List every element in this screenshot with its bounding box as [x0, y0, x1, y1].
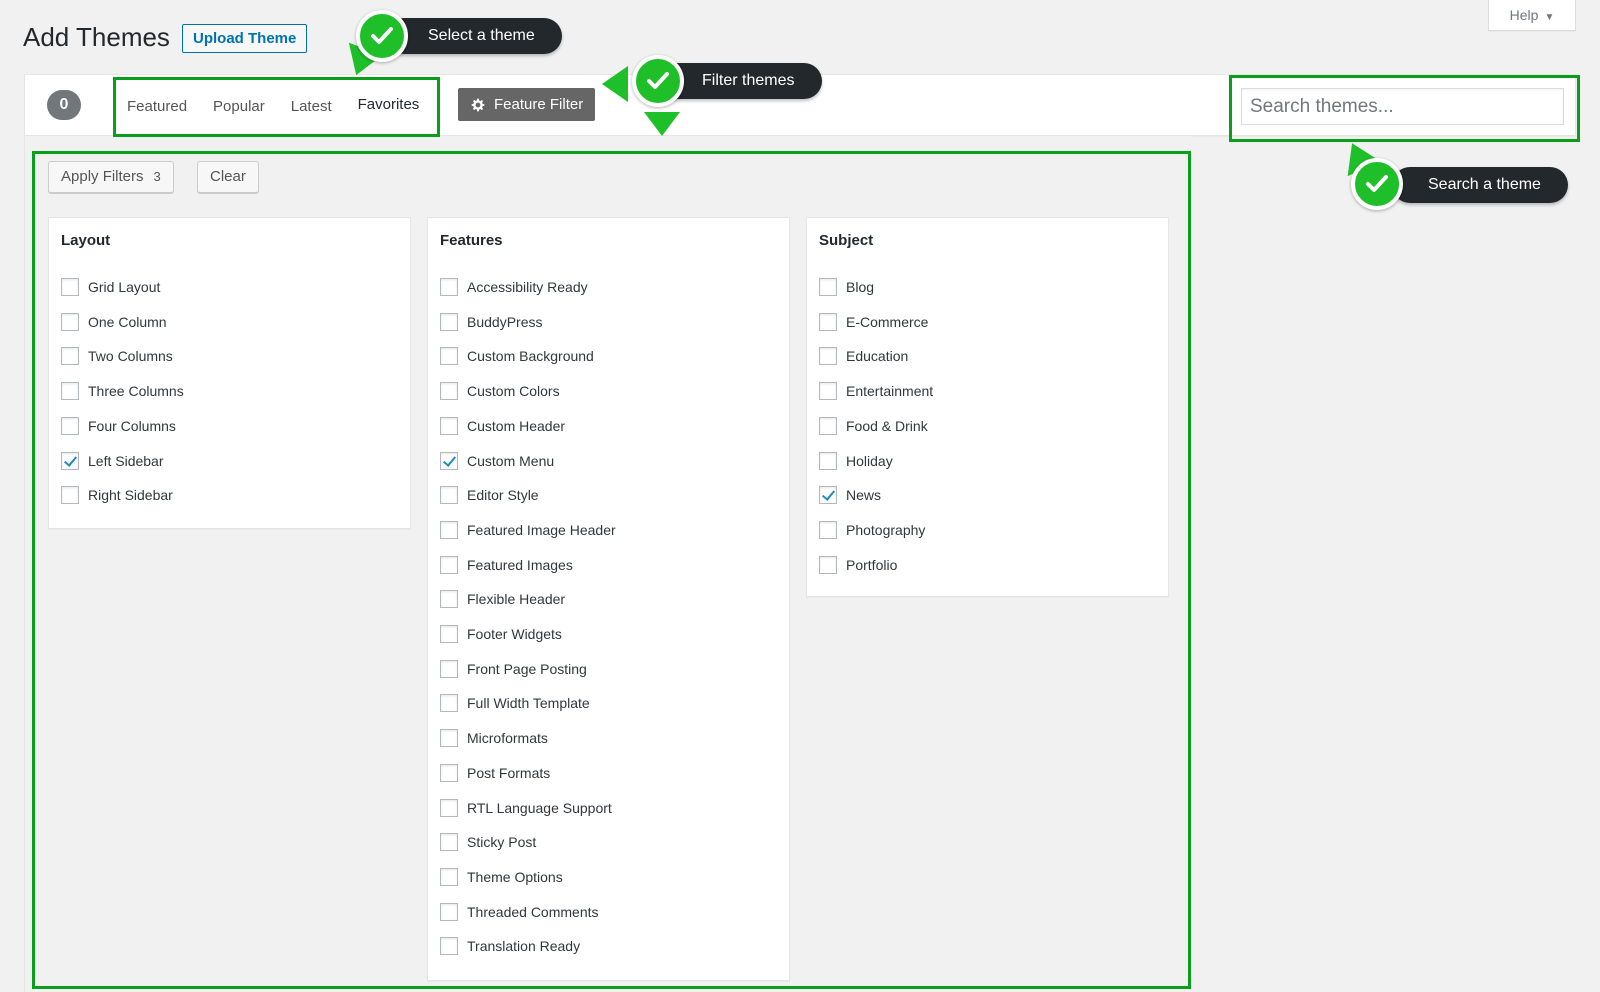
highlight-search: [1229, 75, 1580, 142]
callout-search-theme: Search a theme: [1392, 167, 1568, 203]
callout-filter-label: Filter themes: [702, 72, 795, 89]
callout-select-label: Select a theme: [428, 27, 535, 44]
check-circle-icon: [356, 10, 408, 62]
highlight-filters: [32, 151, 1191, 989]
help-button[interactable]: Help ▼: [1488, 0, 1576, 31]
highlight-tabs: [113, 77, 440, 137]
check-icon: [371, 27, 393, 44]
caret-down-icon: ▼: [1544, 12, 1555, 23]
upload-theme-button[interactable]: Upload Theme: [182, 24, 308, 53]
check-icon: [1366, 175, 1388, 192]
help-label: Help: [1509, 7, 1539, 23]
check-icon: [647, 72, 669, 89]
page-title: Add Themes: [23, 22, 170, 52]
callout-filter-pointer-down: [644, 112, 680, 136]
check-circle-icon: [632, 55, 684, 107]
gear-icon: [471, 98, 485, 111]
callout-search-label: Search a theme: [1428, 176, 1541, 193]
theme-count-badge: 0: [47, 90, 81, 120]
feature-filter-label: Feature Filter: [494, 96, 584, 113]
callout-filter-pointer-left: [602, 66, 628, 102]
feature-filter-button[interactable]: Feature Filter: [458, 88, 596, 121]
callout-select-theme: Select a theme: [386, 18, 562, 54]
check-circle-icon: [1351, 158, 1403, 210]
